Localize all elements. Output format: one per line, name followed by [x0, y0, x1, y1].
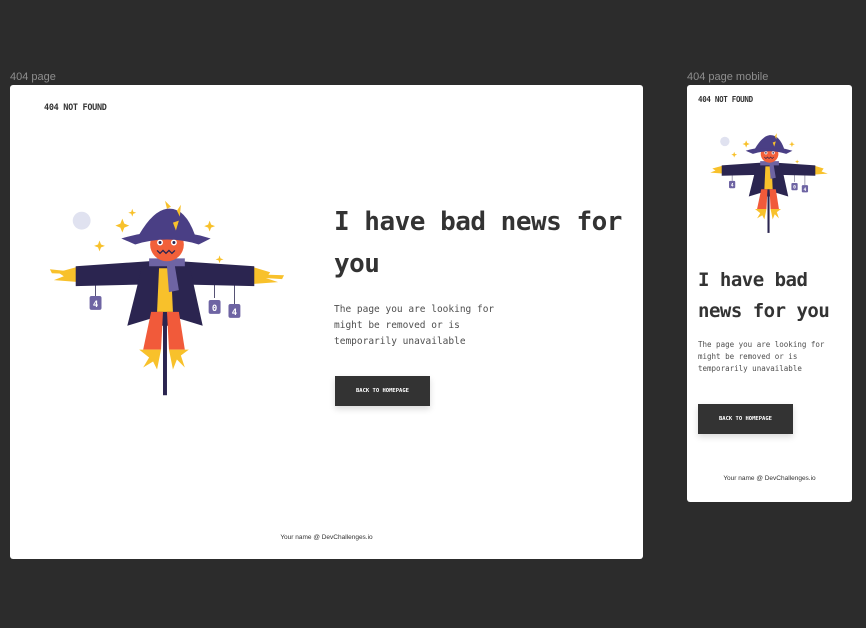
desktop-frame: 404 NOT FOUND 4 0 4 I have bad news for …	[10, 85, 643, 559]
page-description: The page you are looking for might be re…	[698, 340, 825, 373]
sign-digit: 4	[93, 300, 98, 310]
mobile-frame: 404 NOT FOUND 4 0 4 I have bad news for …	[687, 85, 852, 502]
sign-digit: 4	[804, 187, 807, 193]
scarecrow-illustration: 4 0 4	[703, 127, 833, 239]
footer-credit: Your name @ DevChallenges.io	[723, 475, 816, 482]
mobile-frame-label: 404 page mobile	[687, 71, 769, 83]
brand-logo[interactable]: 404 NOT FOUND	[698, 95, 753, 104]
page-description: The page you are looking for might be re…	[334, 304, 495, 347]
back-to-homepage-button[interactable]: BACK TO HOMEPAGE	[698, 404, 793, 434]
sign-digit: 4	[731, 183, 734, 189]
brand-logo[interactable]: 404 NOT FOUND	[44, 103, 107, 113]
scarecrow-illustration: 4 0 4	[40, 197, 288, 403]
sign-digit: 0	[793, 185, 796, 191]
sign-digit: 0	[212, 304, 217, 314]
scarecrow-svg: 4 0 4	[710, 133, 828, 233]
sign-digit: 4	[232, 308, 237, 318]
footer-credit: Your name @ DevChallenges.io	[280, 534, 373, 541]
scarecrow-art	[49, 200, 285, 396]
back-to-homepage-button[interactable]: BACK TO HOMEPAGE	[335, 376, 430, 406]
page-headline: I have bad news for you	[334, 207, 622, 279]
scarecrow-art	[710, 133, 828, 233]
page-headline: I have bad news for you	[698, 269, 830, 322]
scarecrow-svg: 4 0 4	[49, 200, 285, 396]
desktop-frame-label: 404 page	[10, 71, 56, 83]
